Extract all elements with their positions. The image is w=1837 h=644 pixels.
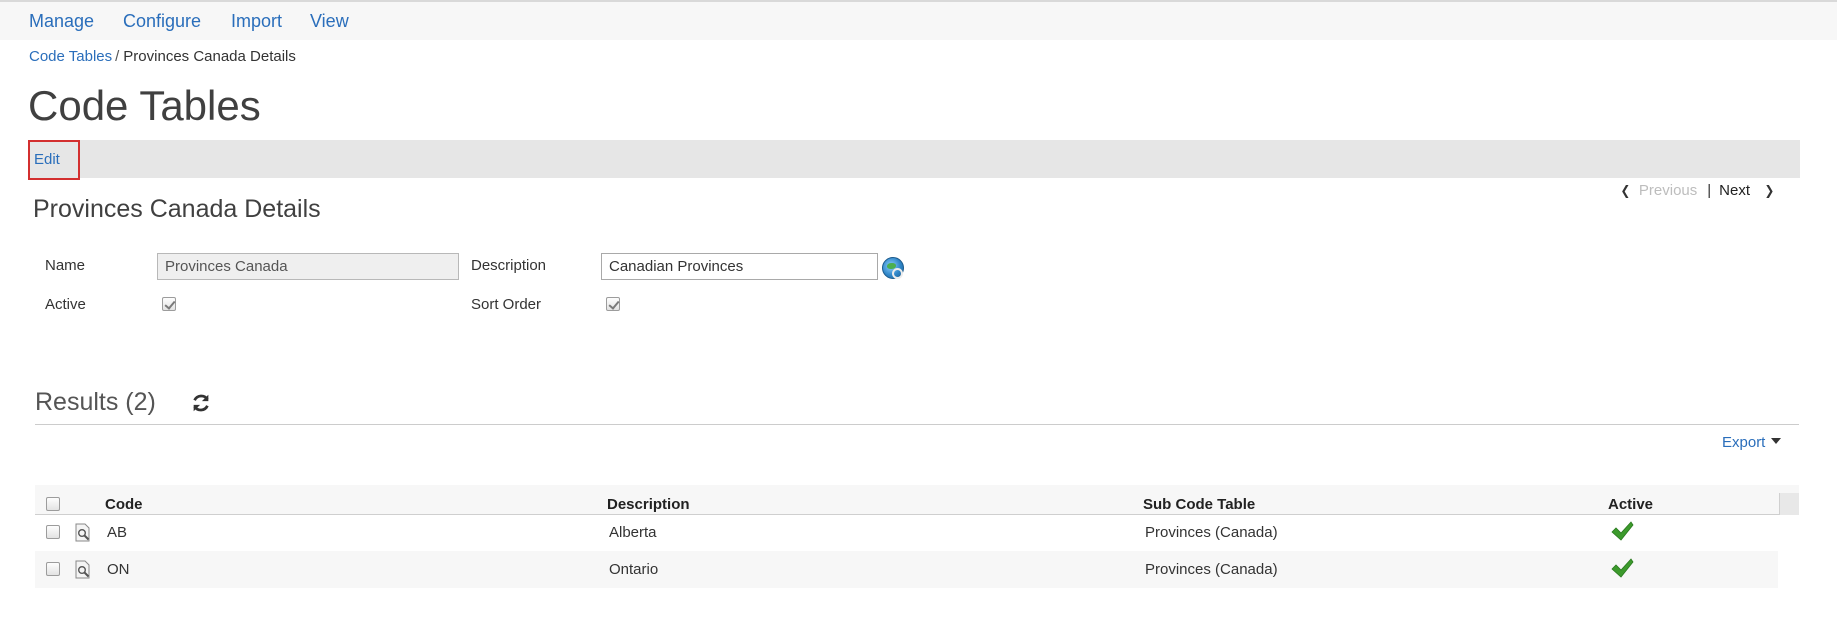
name-label: Name (45, 257, 86, 274)
details-section-title: Provinces Canada Details (33, 195, 321, 223)
table-row[interactable]: AB Alberta Provinces (Canada) (35, 514, 1778, 551)
chevron-left-icon[interactable]: ❮ (1621, 183, 1631, 199)
sort-order-checkbox[interactable] (606, 297, 620, 311)
breadcrumb-link-code-tables[interactable]: Code Tables (29, 48, 112, 65)
results-title: Results (2) (35, 388, 156, 416)
nav-item-manage[interactable]: Manage (29, 11, 94, 32)
edit-button[interactable]: Edit (28, 140, 80, 180)
column-header-active[interactable]: Active (1608, 496, 1653, 513)
view-details-icon[interactable] (75, 523, 91, 542)
cell-sub-code-table: Provinces (Canada) (1145, 561, 1278, 578)
breadcrumb-current: Provinces Canada Details (123, 48, 296, 65)
active-check-icon (1611, 558, 1634, 578)
column-header-code[interactable]: Code (105, 496, 143, 513)
previous-link: Previous (1638, 182, 1698, 199)
next-link[interactable]: Next (1719, 182, 1750, 199)
record-pager: ❮ Previous | Next ❯ (1620, 182, 1775, 199)
row-select-checkbox[interactable] (46, 562, 60, 576)
row-select-checkbox[interactable] (46, 525, 60, 539)
column-chooser[interactable] (1779, 493, 1799, 515)
globe-translate-icon[interactable] (882, 257, 904, 279)
description-field[interactable] (601, 253, 878, 280)
top-nav: Manage Configure Import View (0, 0, 1837, 40)
active-check-icon (1611, 521, 1634, 541)
caret-down-icon (1771, 438, 1782, 444)
select-all-checkbox[interactable] (46, 497, 60, 511)
cell-description: Ontario (609, 561, 659, 578)
pager-separator: | (1707, 182, 1712, 199)
breadcrumb: Code Tables / Provinces Canada Details (29, 48, 296, 65)
name-field[interactable] (157, 253, 459, 280)
page-title: Code Tables (28, 82, 261, 129)
active-label: Active (45, 296, 86, 313)
table-row[interactable]: ON Ontario Provinces (Canada) (35, 551, 1778, 588)
column-header-description[interactable]: Description (607, 496, 690, 513)
results-divider (35, 424, 1799, 425)
refresh-icon[interactable] (190, 392, 212, 414)
results-table-header: Code Description Sub Code Table Active (35, 485, 1799, 515)
cell-description: Alberta (609, 524, 657, 541)
description-label: Description (471, 257, 547, 274)
export-label: Export (1722, 434, 1766, 451)
sort-order-label: Sort Order (471, 296, 542, 313)
nav-item-view[interactable]: View (310, 11, 349, 32)
view-details-icon[interactable] (75, 560, 91, 579)
cell-code: AB (107, 524, 128, 541)
nav-item-import[interactable]: Import (231, 11, 282, 32)
export-dropdown[interactable]: Export (1722, 434, 1782, 451)
cell-code: ON (107, 561, 130, 578)
breadcrumb-separator: / (115, 48, 120, 65)
nav-item-configure[interactable]: Configure (123, 11, 201, 32)
action-toolbar: Edit (28, 140, 1800, 180)
column-header-sub-code-table[interactable]: Sub Code Table (1143, 496, 1255, 513)
chevron-right-icon[interactable]: ❯ (1765, 183, 1775, 199)
active-checkbox[interactable] (162, 297, 176, 311)
cell-sub-code-table: Provinces (Canada) (1145, 524, 1278, 541)
